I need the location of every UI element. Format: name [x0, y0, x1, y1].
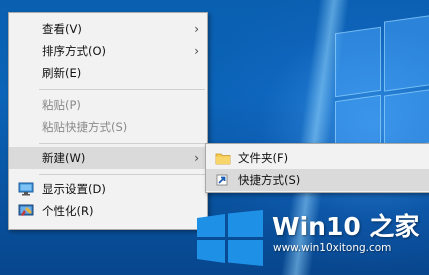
- display-settings-icon: [18, 182, 34, 196]
- chevron-right-icon: ›: [194, 151, 199, 165]
- chevron-right-icon: ›: [194, 44, 199, 58]
- submenu-item-shortcut[interactable]: 快捷方式(S): [206, 169, 429, 191]
- menu-item-label: 刷新(E): [42, 66, 82, 80]
- menu-item-label: 个性化(R): [42, 204, 94, 218]
- menu-item-label: 粘贴(P): [42, 98, 81, 112]
- wallpaper-window-pane: [384, 14, 429, 92]
- menu-item-label: 查看(V): [42, 22, 82, 36]
- desktop-context-menu: 查看(V) › 排序方式(O) › 刷新(E) 粘贴(P) 粘贴快捷方式(S) …: [8, 12, 208, 230]
- chevron-right-icon: ›: [194, 22, 199, 36]
- menu-item-personalize[interactable]: 个性化(R): [9, 200, 207, 222]
- desktop-background[interactable]: 查看(V) › 排序方式(O) › 刷新(E) 粘贴(P) 粘贴快捷方式(S) …: [0, 0, 429, 275]
- menu-item-paste-shortcut: 粘贴快捷方式(S): [9, 116, 207, 138]
- menu-item-paste: 粘贴(P): [9, 94, 207, 116]
- watermark-title: Win10 之家: [272, 212, 420, 241]
- shortcut-icon: [216, 174, 228, 186]
- watermark-url: www.win10xitong.com: [273, 242, 392, 254]
- windows-logo-icon: [197, 210, 263, 266]
- menu-item-refresh[interactable]: 刷新(E): [9, 62, 207, 84]
- menu-item-display-settings[interactable]: 显示设置(D): [9, 178, 207, 200]
- menu-item-new[interactable]: 新建(W) ›: [9, 147, 207, 169]
- menu-item-label: 新建(W): [42, 151, 86, 165]
- menu-item-label: 显示设置(D): [42, 182, 106, 196]
- menu-separator: [39, 174, 205, 175]
- menu-item-label: 粘贴快捷方式(S): [42, 120, 128, 134]
- menu-item-label: 排序方式(O): [42, 44, 107, 58]
- submenu-item-label: 快捷方式(S): [238, 173, 301, 187]
- new-submenu: 文件夹(F) 快捷方式(S): [205, 143, 429, 193]
- menu-item-sort-by[interactable]: 排序方式(O) ›: [9, 40, 207, 62]
- wallpaper-window-pane: [384, 88, 429, 150]
- personalize-icon: [18, 204, 34, 216]
- wallpaper-window-pane: [335, 26, 381, 98]
- submenu-item-label: 文件夹(F): [238, 151, 289, 165]
- menu-separator: [39, 143, 205, 144]
- submenu-item-folder[interactable]: 文件夹(F): [206, 147, 429, 169]
- folder-icon: [215, 153, 231, 165]
- menu-item-view[interactable]: 查看(V) ›: [9, 18, 207, 40]
- menu-separator: [39, 89, 205, 90]
